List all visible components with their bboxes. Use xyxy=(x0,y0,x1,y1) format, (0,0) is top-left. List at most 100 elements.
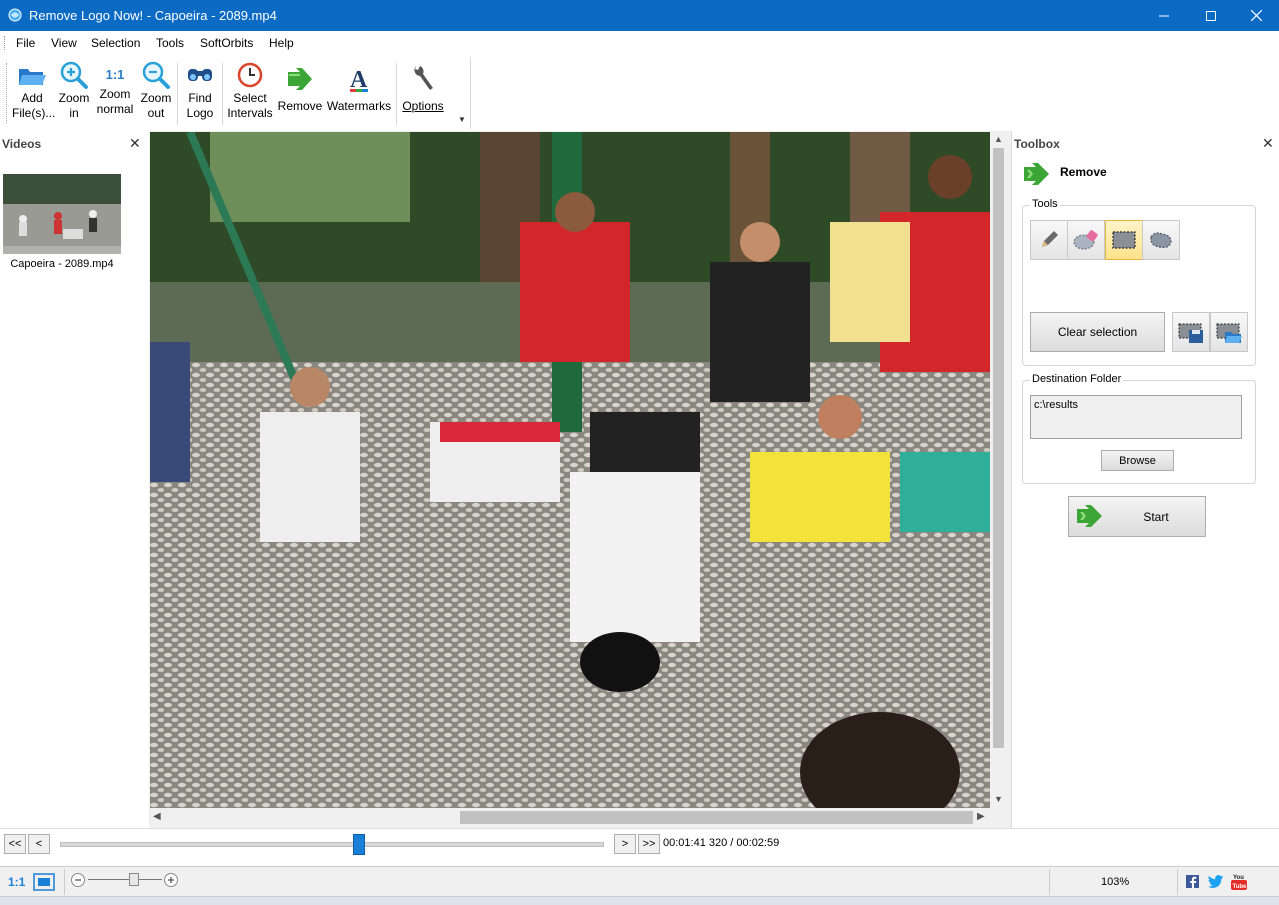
scroll-left-icon[interactable]: ◀ xyxy=(153,811,161,822)
toolbox-close-icon[interactable]: ✕ xyxy=(1262,135,1274,152)
zoom-out-button[interactable]: Zoom out xyxy=(138,59,174,121)
tools-group: Tools Clear selection xyxy=(1022,198,1256,366)
videos-panel-title: Videos xyxy=(2,137,42,151)
green-arrow-icon xyxy=(1077,505,1102,527)
watermarks-button[interactable]: A Watermarks xyxy=(326,59,392,114)
status-separator xyxy=(1177,869,1178,895)
vertical-scrollbar[interactable]: ▲ ▼ xyxy=(990,132,1007,808)
options-label: Options xyxy=(402,99,444,113)
eraser-tool-button[interactable] xyxy=(1067,220,1105,260)
watermarks-label: Watermarks xyxy=(326,99,392,113)
zoom-normal-label-2: normal xyxy=(96,102,134,116)
time-display: 00:01:41 320 / 00:02:59 xyxy=(663,837,780,849)
menu-tools[interactable]: Tools xyxy=(156,36,184,50)
vertical-scroll-thumb[interactable] xyxy=(993,148,1004,748)
zoom-in-icon xyxy=(60,61,88,89)
actual-size-button[interactable]: 1:1 xyxy=(8,875,25,889)
add-files-label-1: Add xyxy=(21,91,43,105)
window-title: Remove Logo Now! - Capoeira - 2089.mp4 xyxy=(29,8,277,23)
destination-folder-title: Destination Folder xyxy=(1030,373,1124,385)
zoom-out-small-icon[interactable] xyxy=(70,872,86,888)
scroll-right-icon[interactable]: ▶ xyxy=(977,811,985,822)
start-button[interactable]: Start xyxy=(1068,496,1206,537)
scroll-up-icon[interactable]: ▲ xyxy=(994,134,1003,144)
videos-panel-close-icon[interactable]: ✕ xyxy=(129,135,141,152)
lasso-select-tool-button[interactable] xyxy=(1142,220,1180,260)
zoom-in-button[interactable]: Zoom in xyxy=(56,59,92,121)
facebook-icon[interactable] xyxy=(1186,875,1199,888)
browse-button[interactable]: Browse xyxy=(1101,450,1174,471)
seek-track[interactable] xyxy=(60,842,604,847)
remove-button[interactable]: Remove xyxy=(276,59,324,114)
timeline-bar: << < > >> 00:01:41 320 / 00:02:59 xyxy=(0,828,1279,867)
zoom-in-label-1: Zoom xyxy=(58,91,90,105)
pencil-icon xyxy=(1042,231,1058,247)
horizontal-scroll-thumb[interactable] xyxy=(460,811,973,824)
horizontal-scrollbar[interactable]: ◀ ▶ xyxy=(150,808,990,827)
add-files-button[interactable]: Add File(s)... xyxy=(12,59,56,121)
add-files-label-2: File(s)... xyxy=(12,106,56,120)
toolbar-overflow-icon[interactable]: ▼ xyxy=(458,115,466,124)
zoom-out-icon xyxy=(142,61,170,89)
next-frame-button[interactable]: > xyxy=(614,834,636,854)
zoom-in-small-icon[interactable] xyxy=(163,872,179,888)
wrench-icon xyxy=(414,66,433,90)
remove-section-title: Remove xyxy=(1060,165,1107,179)
rectangle-select-tool-button[interactable] xyxy=(1105,220,1143,260)
toolbar-separator xyxy=(177,63,178,125)
select-intervals-label-1: Select xyxy=(233,91,267,105)
save-selection-button[interactable] xyxy=(1172,312,1210,352)
previous-frame-button[interactable]: < xyxy=(28,834,50,854)
twitter-icon[interactable] xyxy=(1208,875,1223,888)
toolbar-separator xyxy=(396,63,397,125)
destination-folder-field[interactable]: c:\results xyxy=(1030,395,1242,439)
maximize-button[interactable] xyxy=(1188,0,1234,31)
minimize-icon xyxy=(1159,15,1169,16)
zoom-slider-track[interactable] xyxy=(88,879,162,880)
status-bar: 1:1 103% You Tube xyxy=(0,866,1279,897)
find-logo-label-2: Logo xyxy=(186,106,214,120)
folder-open-icon xyxy=(19,69,46,85)
remove-label: Remove xyxy=(277,99,323,113)
menu-softorbits[interactable]: SoftOrbits xyxy=(200,36,253,50)
toolbar: Add File(s)... Zoom in 1:1 Zoom normal Z… xyxy=(0,55,1279,131)
options-button[interactable]: Options xyxy=(400,59,446,114)
eraser-icon xyxy=(1073,230,1098,250)
tools-group-title: Tools xyxy=(1030,198,1060,210)
toolbar-grip xyxy=(6,63,9,123)
close-button[interactable] xyxy=(1233,0,1279,31)
find-logo-button[interactable]: Find Logo xyxy=(180,59,220,121)
zoom-level: 103% xyxy=(1101,876,1130,888)
rectangle-select-icon xyxy=(1112,231,1136,249)
menu-help[interactable]: Help xyxy=(269,36,294,50)
zoom-normal-label-1: Zoom xyxy=(99,87,131,101)
load-selection-button[interactable] xyxy=(1210,312,1248,352)
svg-text:You: You xyxy=(1233,875,1244,881)
last-frame-button[interactable]: >> xyxy=(638,834,660,854)
toolbox-title: Toolbox xyxy=(1014,137,1060,151)
fit-to-window-icon[interactable] xyxy=(33,873,55,891)
select-intervals-button[interactable]: Select Intervals xyxy=(226,59,274,121)
menu-view[interactable]: View xyxy=(51,36,77,50)
zoom-normal-button[interactable]: 1:1 Zoom normal xyxy=(94,59,136,117)
toolbar-separator xyxy=(222,63,223,125)
seek-thumb[interactable] xyxy=(353,834,366,855)
pencil-tool-button[interactable] xyxy=(1030,220,1068,260)
zoom-out-label-1: Zoom xyxy=(140,91,172,105)
video-frame xyxy=(150,132,990,808)
menu-selection[interactable]: Selection xyxy=(91,36,140,50)
first-frame-button[interactable]: << xyxy=(4,834,26,854)
clear-selection-button[interactable]: Clear selection xyxy=(1030,312,1165,352)
clock-icon xyxy=(237,62,263,88)
scroll-down-icon[interactable]: ▼ xyxy=(994,794,1003,804)
menu-file[interactable]: File xyxy=(16,36,35,50)
video-thumbnail xyxy=(3,174,121,254)
destination-folder-group: Destination Folder c:\results Browse xyxy=(1022,373,1256,484)
app-icon xyxy=(8,8,22,22)
video-preview[interactable] xyxy=(150,132,990,808)
remove-section-header: Remove xyxy=(1014,152,1256,192)
youtube-icon[interactable]: You Tube xyxy=(1230,873,1248,891)
zoom-slider-thumb[interactable] xyxy=(129,873,139,886)
minimize-button[interactable] xyxy=(1141,0,1187,31)
toolbar-strip: Add File(s)... Zoom in 1:1 Zoom normal Z… xyxy=(4,57,471,129)
